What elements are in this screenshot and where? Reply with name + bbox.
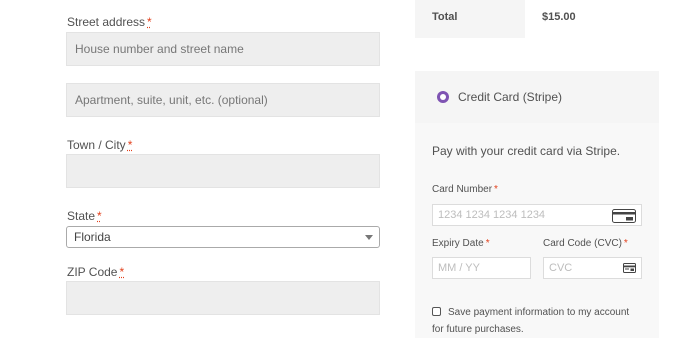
street-address-line2-placeholder: Apartment, suite, unit, etc. (optional) bbox=[75, 93, 268, 107]
expiry-date-placeholder: MM / YY bbox=[438, 262, 480, 274]
payment-method-radio[interactable] bbox=[437, 91, 449, 103]
save-payment-label-line2: for future purchases. bbox=[432, 324, 524, 335]
card-code-label: Card Code (CVC) * bbox=[543, 238, 628, 249]
card-code-input[interactable]: CVC bbox=[543, 257, 642, 279]
order-total-row: Total bbox=[415, 0, 525, 38]
card-number-placeholder: 1234 1234 1234 1234 bbox=[438, 209, 546, 221]
town-city-label: Town / City * bbox=[67, 138, 133, 152]
payment-methods-box: Credit Card (Stripe) Pay with your credi… bbox=[415, 71, 659, 338]
state-label: State * bbox=[67, 209, 102, 223]
save-payment-label-line1: Save payment information to my account bbox=[448, 307, 630, 318]
town-city-input[interactable] bbox=[66, 154, 380, 188]
save-payment-checkbox[interactable] bbox=[432, 307, 441, 316]
expiry-date-input[interactable]: MM / YY bbox=[432, 257, 531, 279]
street-address-input[interactable]: House number and street name bbox=[66, 32, 380, 66]
street-address-label: Street address * bbox=[67, 15, 152, 29]
order-total-label: Total bbox=[432, 11, 458, 23]
zip-code-input[interactable] bbox=[66, 281, 380, 315]
card-number-label: Card Number * bbox=[432, 184, 498, 195]
zip-code-label: ZIP Code * bbox=[67, 265, 125, 279]
expiry-date-label: Expiry Date * bbox=[432, 238, 490, 249]
credit-card-icon bbox=[612, 209, 636, 223]
chevron-down-icon bbox=[365, 235, 373, 240]
payment-method-label[interactable]: Credit Card (Stripe) bbox=[458, 90, 562, 104]
card-number-input[interactable]: 1234 1234 1234 1234 bbox=[432, 204, 642, 226]
state-select[interactable]: Florida bbox=[66, 226, 380, 248]
radio-dot bbox=[440, 94, 446, 100]
street-address-line2-input[interactable]: Apartment, suite, unit, etc. (optional) bbox=[66, 83, 380, 117]
state-select-value: Florida bbox=[74, 230, 111, 244]
card-cvc-icon bbox=[623, 263, 636, 273]
payment-description: Pay with your credit card via Stripe. bbox=[432, 144, 621, 158]
order-total-value: $15.00 bbox=[542, 11, 576, 23]
street-address-placeholder: House number and street name bbox=[75, 42, 244, 56]
